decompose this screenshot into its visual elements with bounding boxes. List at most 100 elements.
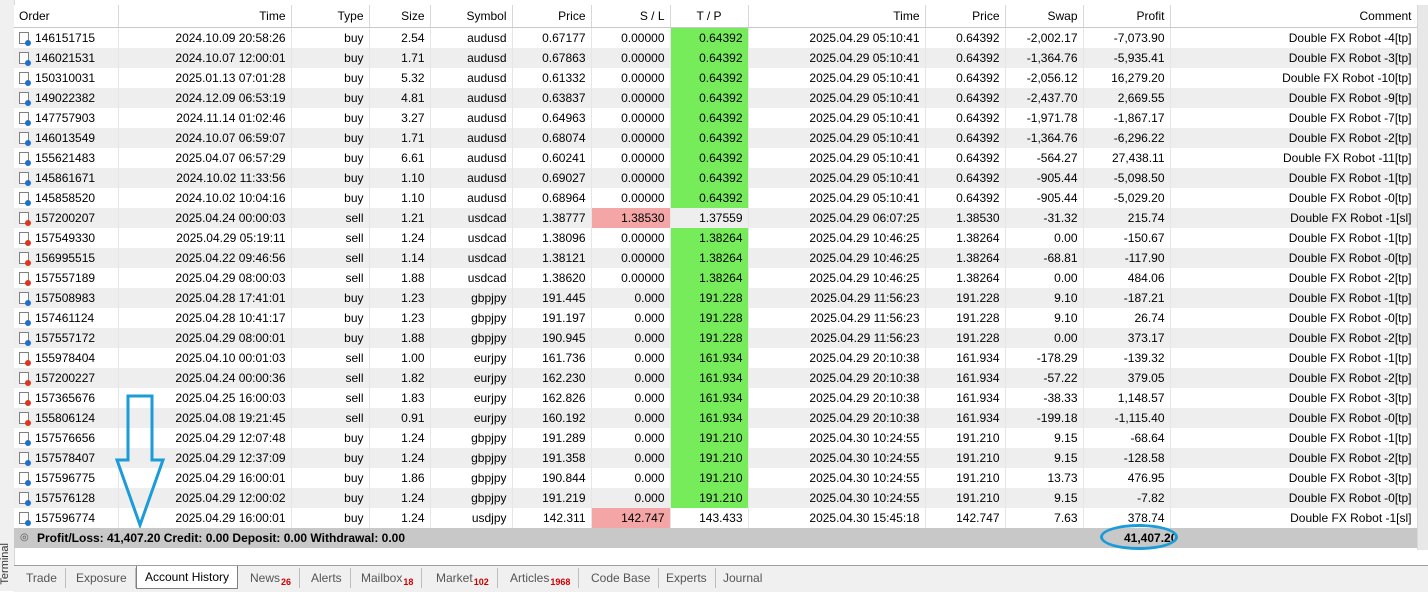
table-row[interactable]: 146013549 2024.10.07 06:59:07 buy 1.71 audus… bbox=[14, 128, 1418, 148]
open-price-cell: 1.38096 bbox=[512, 228, 592, 248]
swap-cell: -199.18 bbox=[1005, 408, 1084, 428]
col-header-price[interactable]: Price bbox=[512, 5, 592, 28]
tab-account-history[interactable]: Account History bbox=[136, 566, 239, 589]
comment-cell: Double FX Robot -1[sl] bbox=[1170, 208, 1418, 228]
type-cell: sell bbox=[291, 248, 370, 268]
profit-cell: -187.21 bbox=[1083, 288, 1171, 308]
tab-label: Alerts bbox=[311, 571, 342, 585]
symbol-cell: eurjpy bbox=[430, 408, 513, 428]
symbol-cell: gbpjpy bbox=[430, 428, 513, 448]
tab-exposure[interactable]: Exposure bbox=[76, 568, 136, 588]
sl-cell: 0.00000 bbox=[591, 68, 671, 88]
close-time-cell: 2025.04.29 10:46:25 bbox=[748, 268, 926, 288]
tab-news[interactable]: News26 bbox=[250, 568, 301, 588]
tab-alerts[interactable]: Alerts bbox=[311, 568, 351, 588]
table-row[interactable]: 149022382 2024.12.09 06:53:19 buy 4.81 audus… bbox=[14, 88, 1418, 108]
col-header-profit[interactable]: Profit bbox=[1083, 5, 1171, 28]
comment-cell: Double FX Robot -1[sl] bbox=[1170, 508, 1418, 528]
swap-cell: 9.15 bbox=[1005, 428, 1084, 448]
table-row[interactable]: 157596774 2025.04.29 16:00:01 buy 1.24 usdjp… bbox=[14, 508, 1418, 528]
open-price-cell: 161.736 bbox=[512, 348, 592, 368]
order-cell: 156995515 bbox=[14, 248, 119, 268]
order-buy-icon bbox=[19, 292, 31, 306]
comment-cell: Double FX Robot -7[tp] bbox=[1170, 108, 1418, 128]
table-row[interactable]: 157557172 2025.04.29 08:00:01 buy 1.88 gbpjp… bbox=[14, 328, 1418, 348]
size-cell: 3.27 bbox=[369, 108, 431, 128]
col-header-sl[interactable]: S / L bbox=[591, 5, 671, 28]
profit-cell: 379.05 bbox=[1083, 368, 1171, 388]
col-header-time[interactable]: Time bbox=[118, 5, 292, 28]
tab-code-base[interactable]: Code Base bbox=[591, 568, 660, 588]
order-number: 150310031 bbox=[35, 71, 96, 85]
tab-label: News bbox=[250, 571, 281, 585]
table-row[interactable]: 150310031 2025.01.13 07:01:28 buy 5.32 audus… bbox=[14, 68, 1418, 88]
sl-cell: 0.000 bbox=[591, 488, 671, 508]
size-cell: 1.71 bbox=[369, 128, 431, 148]
close-time-cell: 2025.04.29 10:46:25 bbox=[748, 248, 926, 268]
comment-cell: Double FX Robot -3[tp] bbox=[1170, 468, 1418, 488]
order-buy-icon bbox=[19, 52, 31, 66]
symbol-cell: audusd bbox=[430, 88, 513, 108]
table-row[interactable]: 145861671 2024.10.02 11:33:56 buy 1.10 audus… bbox=[14, 168, 1418, 188]
tab-journal[interactable]: Journal bbox=[723, 568, 762, 588]
col-header-close-price[interactable]: Price bbox=[925, 5, 1006, 28]
order-buy-icon bbox=[19, 172, 31, 186]
terminal-sidebar: Terminal bbox=[0, 0, 15, 591]
summary-text: Profit/Loss: 41,407.20 Credit: 0.00 Depo… bbox=[37, 531, 406, 545]
table-row[interactable]: 146021531 2024.10.07 12:00:01 buy 1.71 audus… bbox=[14, 48, 1418, 68]
table-row[interactable]: 157461124 2025.04.28 10:41:17 buy 1.23 gbpjp… bbox=[14, 308, 1418, 328]
tab-label: Exposure bbox=[76, 571, 127, 585]
tab-experts[interactable]: Experts bbox=[666, 568, 716, 588]
order-number: 157557189 bbox=[35, 271, 96, 285]
col-header-comment[interactable]: Comment bbox=[1170, 5, 1418, 28]
table-row[interactable]: 155621483 2025.04.07 06:57:29 buy 6.61 audus… bbox=[14, 148, 1418, 168]
size-cell: 1.24 bbox=[369, 488, 431, 508]
table-row[interactable]: 147757903 2024.11.14 01:02:46 buy 3.27 audus… bbox=[14, 108, 1418, 128]
table-row[interactable]: 155978404 2025.04.10 00:01:03 sell 1.00 eurj… bbox=[14, 348, 1418, 368]
order-buy-icon bbox=[19, 432, 31, 446]
table-row[interactable]: 157508983 2025.04.28 17:41:01 buy 1.23 gbpjp… bbox=[14, 288, 1418, 308]
table-row[interactable]: 146151715 2024.10.09 20:58:26 buy 2.54 audus… bbox=[14, 27, 1418, 48]
tab-market[interactable]: Market102 bbox=[436, 568, 498, 588]
table-row[interactable]: 157578407 2025.04.29 12:37:09 buy 1.24 gbpjp… bbox=[14, 448, 1418, 468]
order-buy-icon bbox=[19, 32, 31, 46]
table-row[interactable]: 157576128 2025.04.29 12:00:02 buy 1.24 gbpjp… bbox=[14, 488, 1418, 508]
table-row[interactable]: 157200207 2025.04.24 00:00:03 sell 1.21 usdc… bbox=[14, 208, 1418, 228]
tab-label: Code Base bbox=[591, 571, 651, 585]
col-header-type[interactable]: Type bbox=[291, 5, 370, 28]
table-row[interactable]: 157576656 2025.04.29 12:07:48 buy 1.24 gbpjp… bbox=[14, 428, 1418, 448]
swap-cell: 0.00 bbox=[1005, 328, 1084, 348]
col-header-tp[interactable]: T / P bbox=[670, 5, 749, 28]
table-row[interactable]: 157596775 2025.04.29 16:00:01 buy 1.86 gbpjp… bbox=[14, 468, 1418, 488]
table-row[interactable]: 155806124 2025.04.08 19:21:45 sell 0.91 eurj… bbox=[14, 408, 1418, 428]
col-header-order[interactable]: Order bbox=[14, 5, 119, 28]
table-row[interactable]: 157200227 2025.04.24 00:00:36 sell 1.82 eurj… bbox=[14, 368, 1418, 388]
open-price-cell: 160.192 bbox=[512, 408, 592, 428]
col-header-size[interactable]: Size bbox=[369, 5, 431, 28]
open-price-cell: 0.63837 bbox=[512, 88, 592, 108]
vertical-scrollbar[interactable] bbox=[1417, 5, 1428, 550]
tab-mailbox[interactable]: Mailbox18 bbox=[361, 568, 423, 588]
symbol-cell: audusd bbox=[430, 188, 513, 208]
order-number: 147757903 bbox=[35, 111, 96, 125]
swap-cell: 0.00 bbox=[1005, 228, 1084, 248]
tab-articles[interactable]: Articles1968 bbox=[510, 568, 580, 588]
tp-cell: 161.934 bbox=[670, 408, 749, 428]
table-row[interactable]: 157365676 2025.04.25 16:00:03 sell 1.83 eurj… bbox=[14, 388, 1418, 408]
col-header-symbol[interactable]: Symbol bbox=[430, 5, 513, 28]
sl-cell: 0.000 bbox=[591, 388, 671, 408]
tab-trade[interactable]: Trade bbox=[26, 568, 66, 588]
table-row[interactable]: 156995515 2025.04.22 09:46:56 sell 1.14 usdc… bbox=[14, 248, 1418, 268]
tp-cell: 191.228 bbox=[670, 308, 749, 328]
order-cell: 157596774 bbox=[14, 508, 119, 528]
size-cell: 1.10 bbox=[369, 188, 431, 208]
type-cell: buy bbox=[291, 288, 370, 308]
close-price-cell: 161.934 bbox=[925, 408, 1006, 428]
table-row[interactable]: 157557189 2025.04.29 08:00:03 sell 1.88 usdc… bbox=[14, 268, 1418, 288]
order-sell-icon bbox=[19, 232, 31, 246]
close-time-cell: 2025.04.30 15:45:18 bbox=[748, 508, 926, 528]
col-header-swap[interactable]: Swap bbox=[1005, 5, 1084, 28]
col-header-close-time[interactable]: Time bbox=[748, 5, 926, 28]
table-row[interactable]: 157549330 2025.04.29 05:19:11 sell 1.24 usdc… bbox=[14, 228, 1418, 248]
table-row[interactable]: 145858520 2024.10.02 10:04:16 buy 1.10 audus… bbox=[14, 188, 1418, 208]
